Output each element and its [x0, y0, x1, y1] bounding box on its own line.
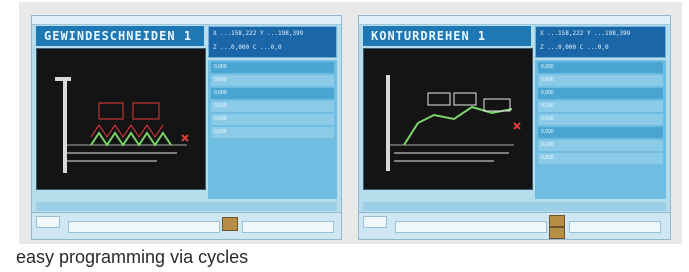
softkey-button[interactable]: [363, 216, 387, 228]
hmi-top-bar: [359, 16, 670, 25]
coordinate-line: Z ...0,000 C ...0,0: [213, 44, 282, 51]
parameter-row[interactable]: 0,000: [211, 101, 334, 112]
parameter-row[interactable]: 0,000: [211, 114, 334, 125]
parameter-panel: 0,000 0,000 0,000 0,000 0,000 0,000: [208, 60, 337, 199]
hmi-top-bar: [32, 16, 341, 25]
parameter-row[interactable]: 0,000: [538, 140, 663, 151]
softkey-bar: [32, 212, 341, 239]
status-bar: [363, 202, 666, 211]
cycle-title: GEWINDESCHNEIDEN 1: [36, 26, 204, 46]
softkey-bar: [359, 212, 670, 239]
parameter-row[interactable]: 0,000: [538, 153, 663, 164]
thread-toolpath-drawing: [55, 77, 189, 173]
contour-toolpath-drawing: [386, 75, 521, 171]
parameter-row[interactable]: 0,000: [538, 101, 663, 112]
softkey-button[interactable]: [395, 221, 547, 233]
parameter-row[interactable]: 0,000: [538, 75, 663, 86]
toolpath-graphic: [363, 48, 533, 190]
parameter-row[interactable]: 0,000: [211, 127, 334, 138]
tool-icon: [549, 215, 565, 227]
parameter-row[interactable]: 0,000: [538, 114, 663, 125]
tool-icon: [549, 227, 565, 239]
coordinate-line: X ...158,222 Y ...198,399: [213, 30, 304, 37]
cycle-title: KONTURDREHEN 1: [363, 26, 531, 46]
softkey-button[interactable]: [569, 221, 661, 233]
status-bar: [36, 202, 337, 211]
hmi-screen-thread-cutting: GEWINDESCHNEIDEN 1 X ...158,222 Y ...198…: [31, 15, 342, 240]
parameter-row[interactable]: 0,000: [538, 127, 663, 138]
image-frame: GEWINDESCHNEIDEN 1 X ...158,222 Y ...198…: [19, 2, 682, 244]
softkey-button[interactable]: [242, 221, 334, 233]
tool-icon: [222, 217, 238, 231]
parameter-row[interactable]: 0,000: [538, 88, 663, 99]
coordinate-display: X ...158,222 Y ...198,399 Z ...0,000 C .…: [535, 26, 666, 58]
parameter-row[interactable]: 0,000: [538, 62, 663, 73]
softkey-button[interactable]: [68, 221, 220, 233]
parameter-row[interactable]: 0,000: [211, 62, 334, 73]
parameter-panel: 0,000 0,000 0,000 0,000 0,000 0,000 0,00…: [535, 60, 666, 199]
coordinate-display: X ...158,222 Y ...198,399 Z ...0,000 C .…: [208, 26, 337, 58]
hmi-screen-contour-turning: KONTURDREHEN 1 X ...158,222 Y ...198,399…: [358, 15, 671, 240]
softkey-button[interactable]: [36, 216, 60, 228]
coordinate-line: X ...158,222 Y ...198,399: [540, 30, 631, 37]
parameter-row[interactable]: 0,000: [211, 88, 334, 99]
image-caption: easy programming via cycles: [16, 247, 249, 267]
parameter-row[interactable]: 0,000: [211, 75, 334, 86]
toolpath-graphic: [36, 48, 206, 190]
coordinate-line: Z ...0,000 C ...0,0: [540, 44, 609, 51]
